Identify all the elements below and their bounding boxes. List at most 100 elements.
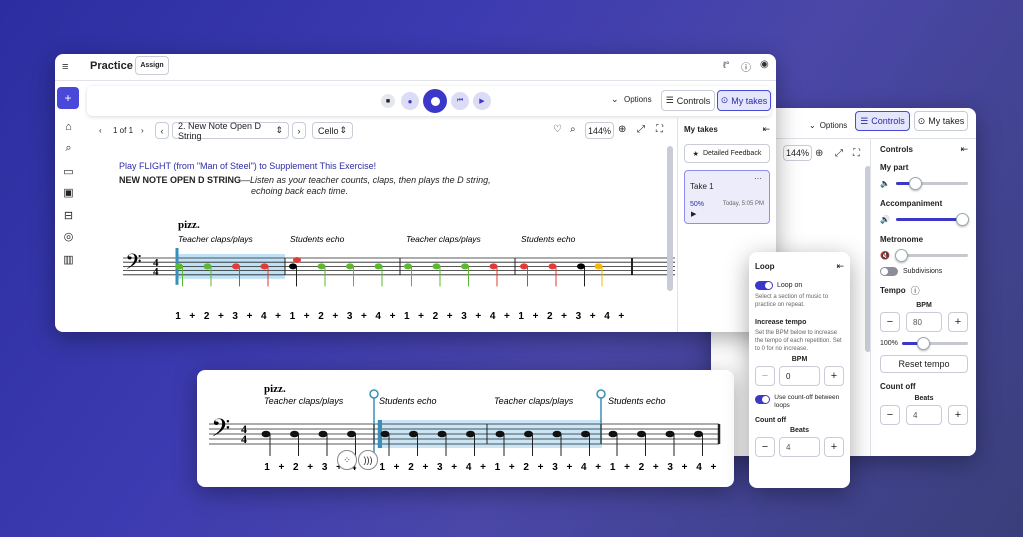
tempo-label: Tempo	[880, 286, 906, 295]
count-label: 1	[404, 311, 410, 322]
expand-icon[interactable]: ⤢	[835, 148, 843, 159]
scrollbar[interactable]	[667, 146, 673, 291]
subdivisions-toggle[interactable]	[880, 267, 898, 276]
loop-toggle[interactable]	[755, 281, 773, 290]
chevron-down-icon: ⌄	[809, 121, 816, 130]
bpm-decrease-button[interactable]: −	[755, 366, 775, 386]
collapse-icon[interactable]: ⇤	[960, 144, 968, 155]
note-head	[290, 430, 299, 438]
zoom-in-icon[interactable]: ⊕	[618, 124, 626, 135]
rewind-icon[interactable]: ⏮	[451, 92, 469, 110]
tempo-slider[interactable]	[901, 336, 968, 350]
library-icon[interactable]: ⊟	[55, 205, 84, 225]
my-part-slider[interactable]	[895, 176, 968, 190]
beats-increase-button[interactable]: +	[948, 405, 968, 425]
detailed-feedback-button[interactable]: ★ Detailed Feedback	[684, 144, 770, 163]
count-label: +	[533, 311, 539, 322]
count-label: +	[618, 311, 624, 322]
search-icon[interactable]: ⌕	[55, 138, 84, 158]
play-icon[interactable]: ▶	[473, 92, 491, 110]
accompaniment-label: Accompaniment	[880, 199, 943, 208]
my-takes-button[interactable]: ⊙ My takes	[717, 90, 771, 111]
zoom-out-icon[interactable]: ⌕	[570, 124, 576, 135]
note-head	[665, 430, 675, 438]
bpm-increase-button[interactable]: +	[948, 312, 968, 332]
bpm-increase-button[interactable]: +	[824, 366, 844, 386]
account-icon[interactable]: ◉	[760, 59, 769, 70]
options-button[interactable]: Options	[820, 121, 848, 130]
beats-decrease-button[interactable]: −	[880, 405, 900, 425]
accompaniment-slider[interactable]	[895, 212, 969, 226]
fullscreen-icon[interactable]: ⛶	[656, 124, 663, 135]
menu-icon[interactable]: ≡	[62, 61, 68, 73]
play-icon[interactable]: ▶	[691, 210, 696, 218]
next-exercise-button[interactable]: ›	[292, 122, 306, 139]
count-label: +	[561, 311, 567, 322]
metronome-slider[interactable]	[894, 248, 968, 262]
expand-icon[interactable]: ⤢	[637, 124, 645, 135]
section-label: Teacher claps/plays	[178, 234, 254, 244]
exercise-select[interactable]: 2. New Note Open D String ⇕	[172, 121, 289, 141]
more-icon[interactable]: ···	[754, 174, 762, 183]
heart-icon[interactable]: ♡	[553, 124, 562, 135]
home-icon[interactable]: ⌂	[55, 117, 84, 137]
help-icon[interactable]: ⓘ	[911, 284, 920, 297]
my-takes-button[interactable]: ⊙ My takes	[914, 111, 968, 131]
take-name: Take 1	[690, 182, 714, 191]
bpm-input[interactable]: 80	[906, 312, 942, 332]
beats-increase-button[interactable]: +	[824, 437, 844, 457]
zoom-field[interactable]: 144%	[783, 145, 812, 161]
updown-icon: ⇕	[275, 125, 283, 135]
count-label: +	[304, 311, 310, 322]
instrument-select[interactable]: Cello ⇕	[312, 122, 353, 139]
video-icon[interactable]: ■	[381, 94, 395, 108]
bpm-input[interactable]: 0	[779, 366, 820, 386]
listen-icon[interactable]: )))	[358, 450, 378, 470]
note-head	[409, 430, 418, 438]
prev-page-icon[interactable]: ‹	[99, 126, 102, 135]
instruction-link[interactable]: Play FLIGHT (from "Man of Steel") to Sup…	[119, 161, 376, 171]
count-label: 2	[293, 462, 299, 473]
prev-exercise-button[interactable]: ‹	[155, 122, 169, 139]
zoom-field[interactable]: 144%	[585, 122, 614, 139]
folder-icon[interactable]: ▭	[55, 161, 84, 181]
bpm-label: BPM	[791, 356, 808, 363]
options-button[interactable]: Options	[624, 95, 652, 104]
beats-decrease-button[interactable]: −	[755, 437, 775, 457]
note-head	[489, 263, 498, 270]
record-button[interactable]	[423, 89, 447, 113]
volume-loud-icon: 🔊	[880, 214, 890, 224]
bpm-decrease-button[interactable]: −	[880, 312, 900, 332]
reset-tempo-button[interactable]: Reset tempo	[880, 355, 968, 373]
note-head	[577, 263, 585, 270]
note-head	[594, 263, 603, 270]
controls-button[interactable]: ☰ Controls	[855, 111, 910, 131]
books-icon[interactable]: ▥	[55, 249, 84, 269]
eye-icon[interactable]: ◎	[55, 226, 84, 246]
fullscreen-icon[interactable]: ⛶	[853, 148, 860, 159]
beats-input[interactable]: 4	[779, 437, 820, 457]
count-label: 3	[552, 462, 558, 473]
next-page-icon[interactable]: ›	[141, 126, 144, 135]
metronome-count-icon[interactable]: ⁘	[337, 450, 357, 470]
note-head	[380, 430, 390, 438]
take-card[interactable]: Take 1 ··· 50% Today, 5:05 PM ▶	[684, 170, 770, 224]
count-label: +	[447, 311, 453, 322]
zoom-in-icon[interactable]: ⊕	[815, 148, 823, 159]
play-screen-icon[interactable]: ▣	[55, 182, 84, 202]
assign-button[interactable]: Assign	[135, 56, 169, 75]
microphone-icon[interactable]: ●	[401, 92, 419, 110]
note-head	[293, 257, 301, 263]
add-button[interactable]: +	[57, 87, 79, 109]
collapse-icon[interactable]: ⇤	[762, 124, 770, 135]
tuner-icon[interactable]: ℓ°	[723, 60, 730, 70]
count-label: 2	[433, 311, 439, 322]
record-icon: ⊙	[917, 115, 926, 126]
count-label: +	[218, 311, 224, 322]
controls-button[interactable]: ☰ Controls	[661, 90, 715, 111]
beats-input[interactable]: 4	[906, 405, 942, 425]
collapse-icon[interactable]: ⇤	[836, 261, 844, 272]
count-label: 2	[318, 311, 324, 322]
help-icon[interactable]: ⓘ	[741, 59, 751, 74]
count-off-toggle[interactable]	[755, 395, 771, 404]
